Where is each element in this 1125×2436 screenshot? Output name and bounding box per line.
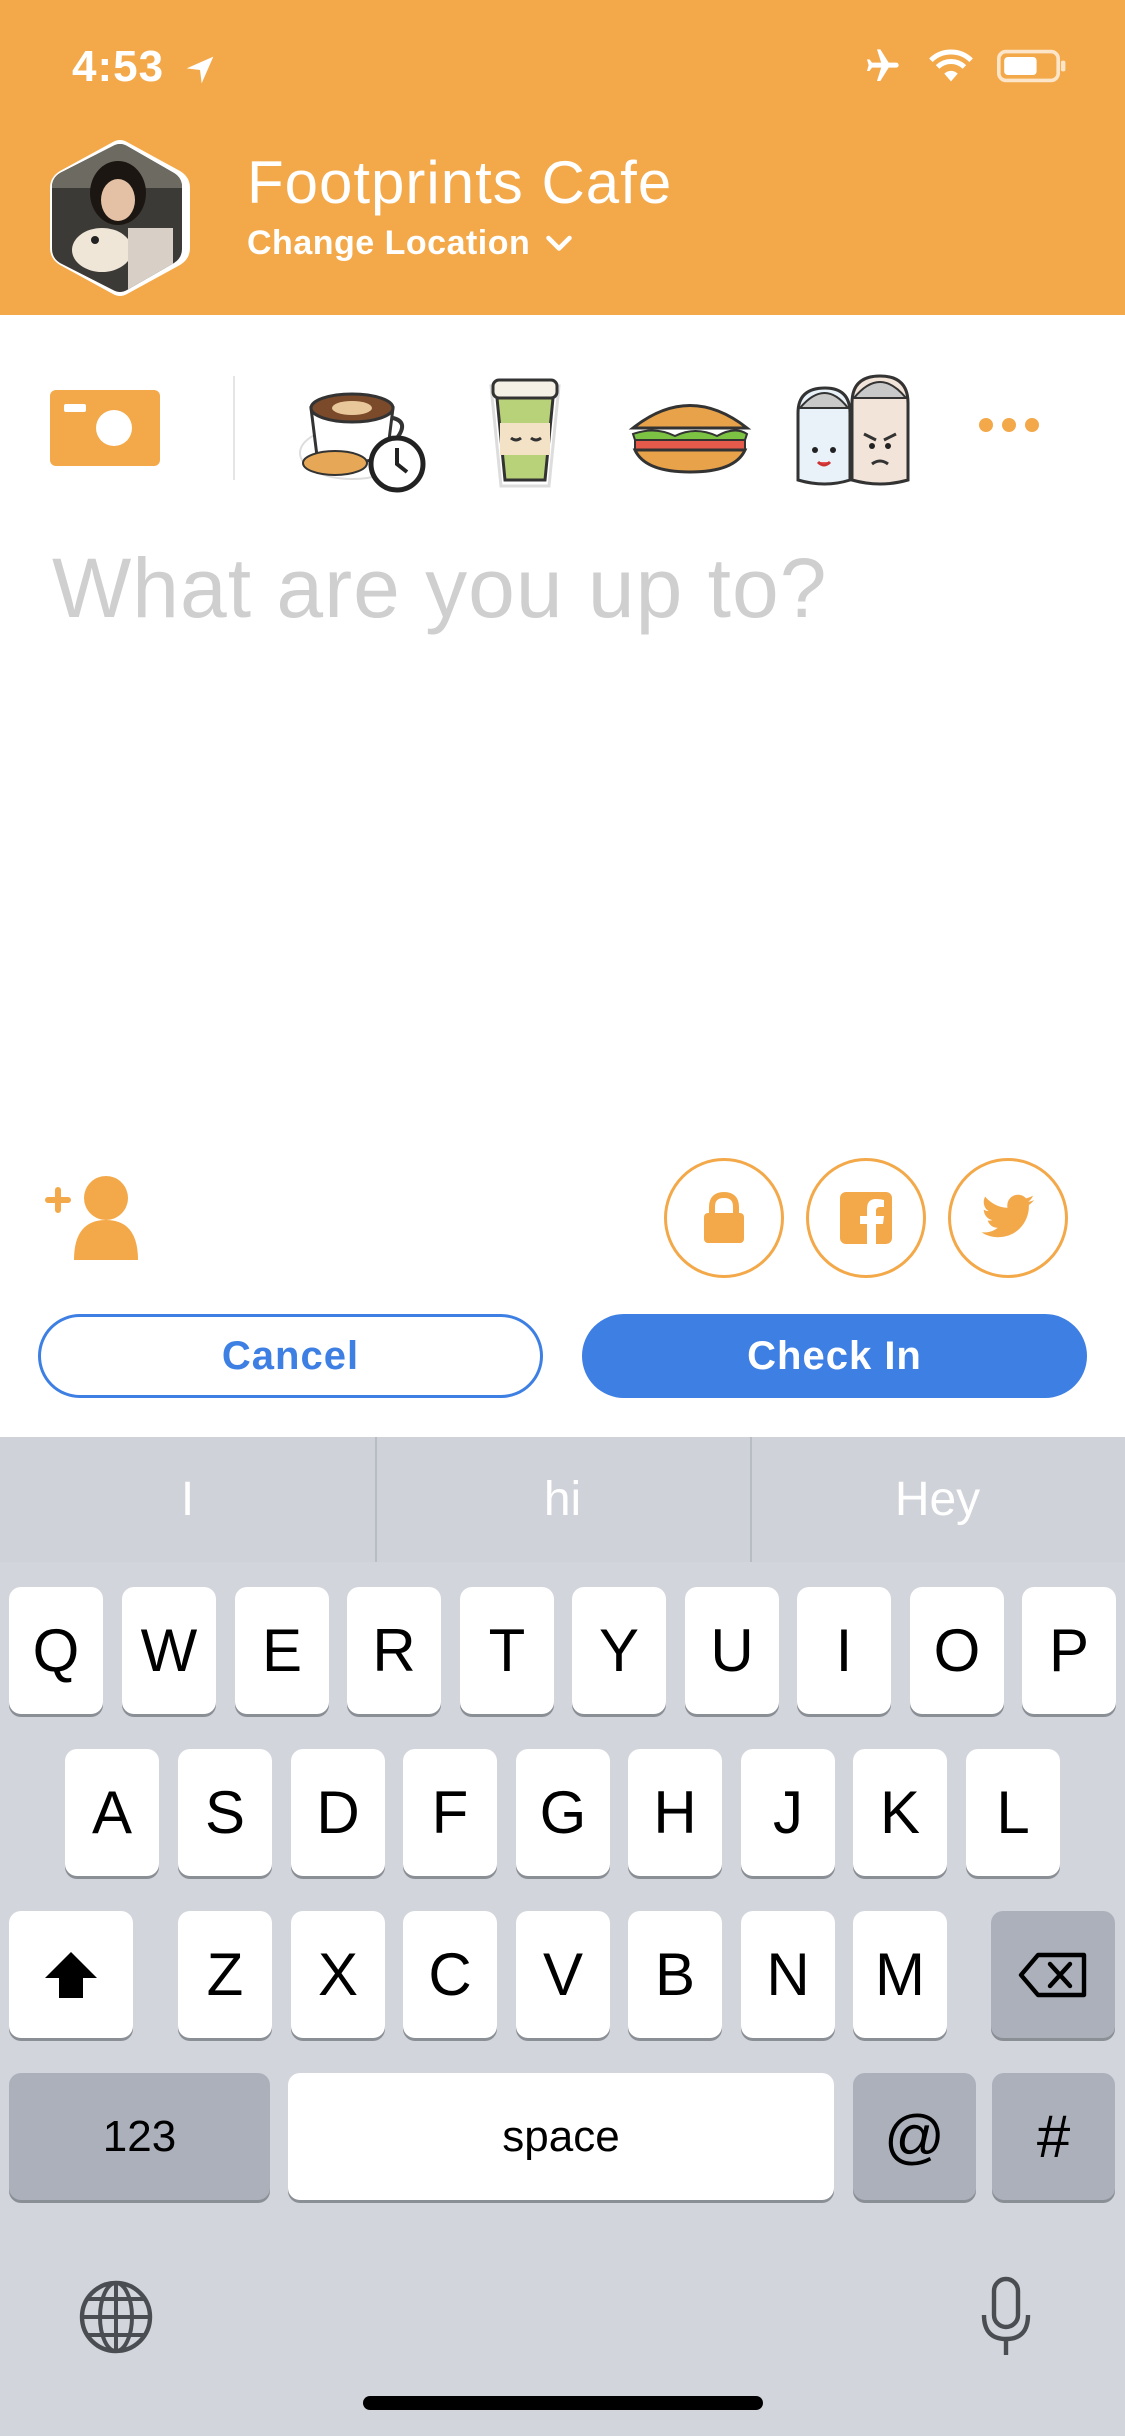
backspace-icon — [1018, 1952, 1087, 1997]
key-u[interactable]: U — [685, 1587, 779, 1714]
status-input[interactable] — [52, 540, 1072, 1100]
key-g[interactable]: G — [516, 1749, 610, 1876]
check-in-button[interactable]: Check In — [582, 1314, 1087, 1398]
header-bar: 4:53 Footprints Cafe Change Location — [0, 0, 1125, 315]
hash-key[interactable]: # — [992, 2073, 1115, 2200]
suggestion-bar: I hi Hey — [0, 1437, 1125, 1562]
salt-pepper-sticker[interactable] — [790, 368, 920, 493]
key-o[interactable]: O — [910, 1587, 1004, 1714]
change-location-link[interactable]: Change Location — [247, 224, 574, 263]
twitter-share-button[interactable] — [948, 1158, 1068, 1278]
backspace-key[interactable] — [991, 1911, 1115, 2038]
key-q[interactable]: Q — [9, 1587, 103, 1714]
key-v[interactable]: V — [516, 1911, 610, 2038]
camera-icon[interactable] — [50, 390, 160, 466]
sandwich-sticker[interactable] — [625, 368, 755, 493]
key-l[interactable]: L — [966, 1749, 1060, 1876]
chevron-down-icon — [546, 235, 573, 251]
location-arrow-icon — [186, 56, 214, 84]
key-d[interactable]: D — [291, 1749, 385, 1876]
status-icons — [858, 46, 1070, 86]
key-z[interactable]: Z — [178, 1911, 272, 2038]
keyboard: I hi Hey Q W E R T Y U I O P A S D F G H… — [0, 1437, 1125, 2436]
key-s[interactable]: S — [178, 1749, 272, 1876]
battery-icon — [997, 49, 1066, 83]
key-x[interactable]: X — [291, 1911, 385, 2038]
key-p[interactable]: P — [1022, 1587, 1116, 1714]
cancel-button[interactable]: Cancel — [38, 1314, 543, 1398]
space-key[interactable]: space — [288, 2073, 834, 2200]
numbers-key[interactable]: 123 — [9, 2073, 270, 2200]
key-a[interactable]: A — [65, 1749, 159, 1876]
wifi-icon — [929, 49, 973, 82]
key-c[interactable]: C — [403, 1911, 497, 2038]
twitter-icon — [981, 1194, 1035, 1238]
change-location-label: Change Location — [247, 224, 531, 262]
microphone-icon[interactable] — [978, 2275, 1034, 2359]
key-t[interactable]: T — [460, 1587, 554, 1714]
globe-icon[interactable] — [76, 2277, 156, 2357]
facebook-share-button[interactable] — [806, 1158, 926, 1278]
lock-icon — [704, 1191, 744, 1243]
privacy-button[interactable] — [664, 1158, 784, 1278]
key-n[interactable]: N — [741, 1911, 835, 2038]
status-time: 4:53 — [72, 42, 165, 91]
more-stickers-icon[interactable] — [976, 410, 1042, 440]
avatar[interactable] — [40, 138, 195, 298]
venue-title: Footprints Cafe — [247, 149, 673, 216]
shift-icon — [45, 1951, 97, 1998]
key-f[interactable]: F — [403, 1749, 497, 1876]
key-i[interactable]: I — [797, 1587, 891, 1714]
airplane-icon — [867, 49, 899, 81]
key-k[interactable]: K — [853, 1749, 947, 1876]
key-b[interactable]: B — [628, 1911, 722, 2038]
key-h[interactable]: H — [628, 1749, 722, 1876]
suggestion-item[interactable]: Hey — [750, 1437, 1125, 1562]
key-r[interactable]: R — [347, 1587, 441, 1714]
suggestion-item[interactable]: I — [0, 1437, 375, 1562]
suggestion-item[interactable]: hi — [375, 1437, 750, 1562]
key-y[interactable]: Y — [572, 1587, 666, 1714]
key-w[interactable]: W — [122, 1587, 216, 1714]
add-friend-icon[interactable] — [44, 1170, 144, 1260]
home-indicator — [363, 2396, 763, 2410]
shift-key[interactable] — [9, 1911, 133, 2038]
at-key[interactable]: @ — [853, 2073, 976, 2200]
key-e[interactable]: E — [235, 1587, 329, 1714]
coffee-cup-sticker[interactable] — [463, 368, 593, 493]
key-m[interactable]: M — [853, 1911, 947, 2038]
coffee-clock-sticker[interactable] — [297, 368, 427, 493]
facebook-icon — [840, 1192, 892, 1244]
key-j[interactable]: J — [741, 1749, 835, 1876]
sticker-divider — [233, 376, 235, 480]
